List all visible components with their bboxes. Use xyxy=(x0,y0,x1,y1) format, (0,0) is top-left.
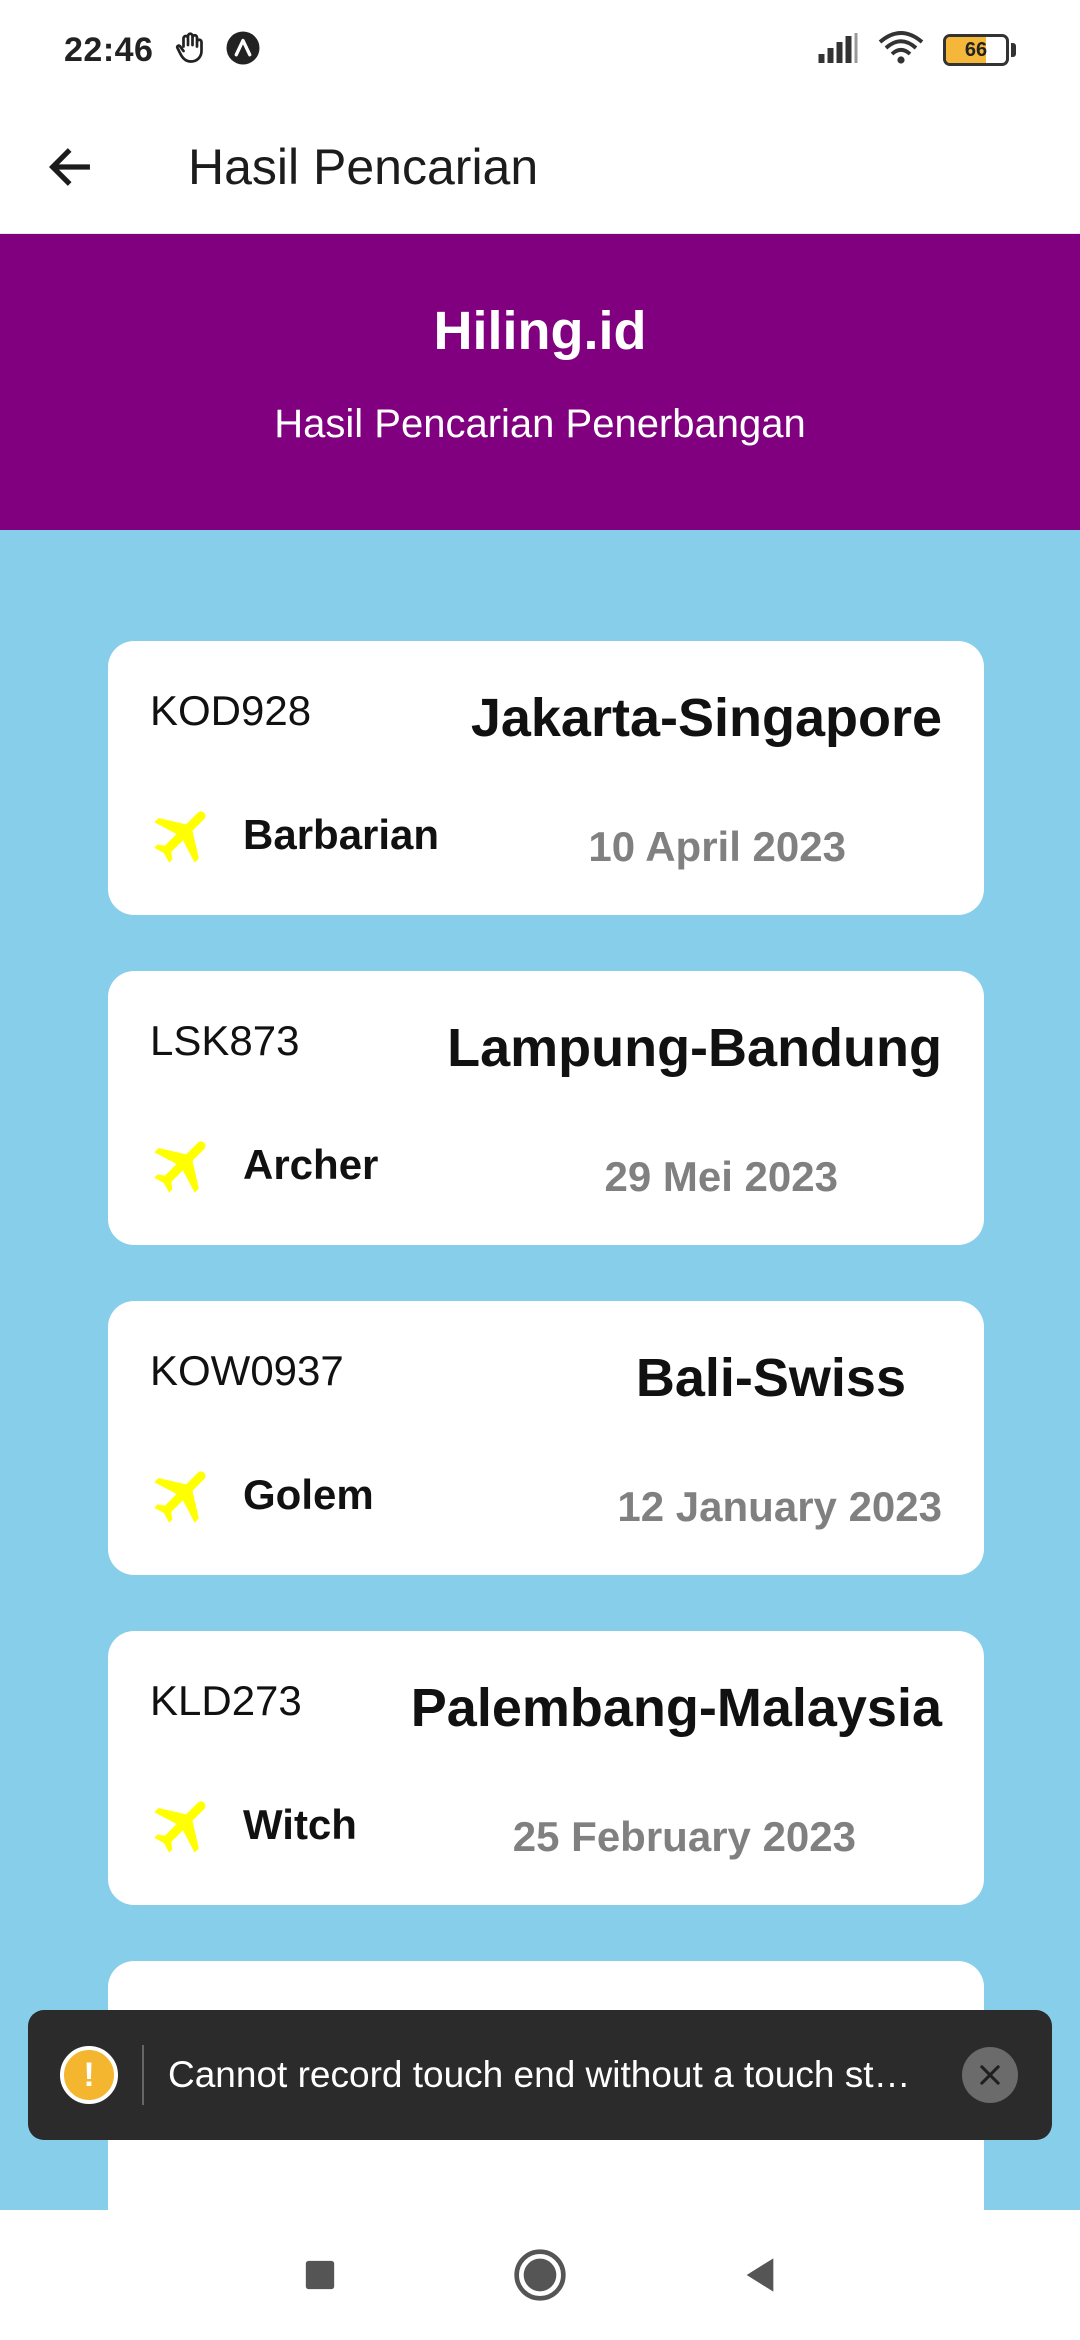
circle-icon xyxy=(514,2249,566,2301)
flight-date: 10 April 2023 xyxy=(588,823,846,870)
error-toast: ! Cannot record touch end without a touc… xyxy=(28,2010,1052,2140)
app-bar: Hasil Pencarian xyxy=(0,100,1080,234)
flight-card[interactable]: LSK873 Lampung-Bandung Archer 29 Mei 202… xyxy=(108,971,984,1245)
airplane-icon xyxy=(154,1801,206,1853)
flight-route: Jakarta-Singapore xyxy=(470,688,942,748)
flight-route: Bali-Swiss xyxy=(635,1348,906,1408)
flight-date: 25 February 2023 xyxy=(512,1813,856,1860)
system-nav-bar xyxy=(0,2210,1080,2340)
triangle-back-icon xyxy=(746,2258,774,2292)
flight-date: 12 January 2023 xyxy=(617,1483,942,1530)
page-title: Hasil Pencarian xyxy=(188,138,539,195)
back-nav-button[interactable] xyxy=(725,2240,795,2310)
airline-name: Archer xyxy=(243,1141,379,1188)
warning-icon: ! xyxy=(60,2046,118,2104)
airplane-icon xyxy=(154,811,206,863)
airline-name: Golem xyxy=(243,1471,374,1518)
flight-route: Palembang-Malaysia xyxy=(410,1678,942,1738)
arrow-left-icon xyxy=(48,147,90,186)
status-right-icons: 66 xyxy=(817,30,1016,71)
flight-code: KOD928 xyxy=(150,687,312,734)
flight-route: Lampung-Bandung xyxy=(447,1018,942,1078)
flight-card[interactable]: KOW0937 Bali-Swiss Golem 12 January 2023 xyxy=(108,1301,984,1575)
toast-message: Cannot record touch end without a touch … xyxy=(168,2054,911,2095)
hand-shield-icon xyxy=(173,30,209,71)
back-button[interactable] xyxy=(30,127,110,207)
status-bar: 22:46 66 xyxy=(0,0,1080,100)
battery-tip xyxy=(1011,43,1016,57)
airplane-icon xyxy=(154,1141,206,1193)
airline-name: Barbarian xyxy=(243,811,440,858)
airline-name: Witch xyxy=(243,1801,357,1848)
recents-button[interactable] xyxy=(285,2240,355,2310)
signal-icon xyxy=(817,32,859,68)
toast-close-button[interactable] xyxy=(962,2047,1018,2103)
flight-card[interactable]: KLD273 Palembang-Malaysia Witch 25 Febru… xyxy=(108,1631,984,1905)
home-button[interactable] xyxy=(505,2240,575,2310)
close-icon xyxy=(980,2065,1000,2085)
wifi-icon xyxy=(877,30,925,71)
flight-card[interactable]: KOD928 Jakarta-Singapore Barbarian 10 Ap… xyxy=(108,641,984,915)
square-icon xyxy=(305,2260,335,2290)
header-banner: Hiling.id Hasil Pencarian Penerbangan xyxy=(0,234,1080,530)
a-circle-icon xyxy=(225,30,261,71)
airplane-icon xyxy=(154,1471,206,1523)
status-time: 22:46 xyxy=(64,30,154,69)
flight-code: KOW0937 xyxy=(150,1347,344,1394)
brand-title: Hiling.id xyxy=(433,301,647,361)
banner-subtitle: Hasil Pencarian Penerbangan xyxy=(274,402,806,446)
battery-level: 66 xyxy=(964,38,988,61)
status-left-icons xyxy=(173,30,261,71)
flight-results-list[interactable]: KOD928 Jakarta-Singapore Barbarian 10 Ap… xyxy=(0,530,1080,2210)
flight-date: 29 Mei 2023 xyxy=(604,1153,838,1200)
flight-code: LSK873 xyxy=(150,1017,300,1064)
battery-icon: 66 xyxy=(943,34,1009,66)
flight-code: KLD273 xyxy=(150,1677,302,1724)
toast-divider xyxy=(142,2045,144,2105)
